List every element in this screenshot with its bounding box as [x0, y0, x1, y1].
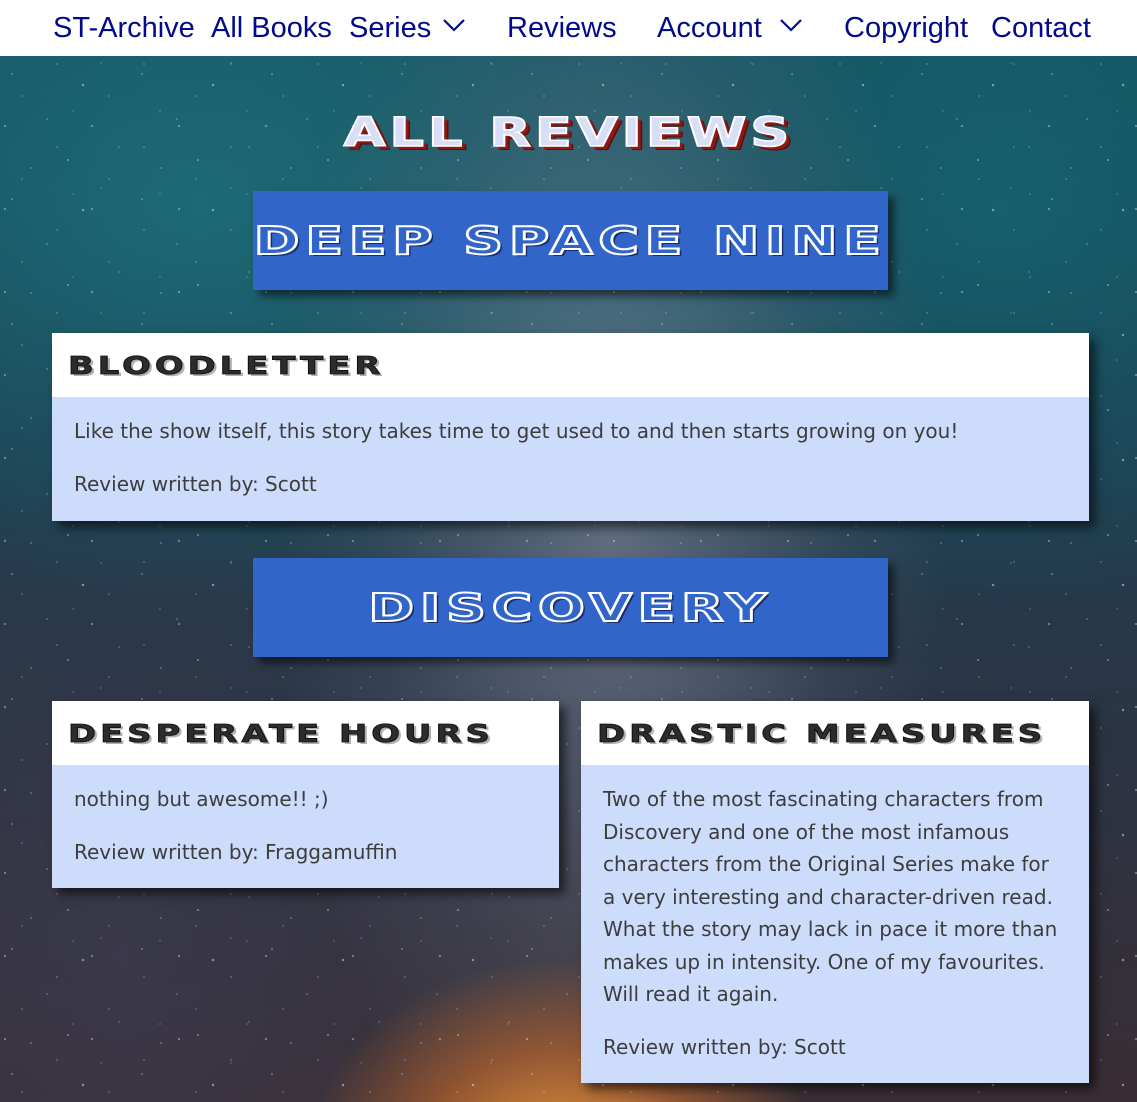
review-card-body: Like the show itself, this story takes t…: [52, 397, 1089, 516]
chevron-down-icon[interactable]: [443, 18, 465, 32]
nav-all-books[interactable]: All Books: [211, 11, 332, 45]
series-banner: DEEP SPACE NINE: [253, 191, 888, 290]
review-card-body: Two of the most fascinating characters f…: [581, 765, 1089, 1079]
review-text: Like the show itself, this story takes t…: [74, 419, 959, 443]
chevron-down-icon[interactable]: [780, 18, 802, 32]
review-author: Review written by: Fraggamuffin: [74, 839, 398, 864]
review-text: Two of the most fascinating characters f…: [603, 787, 1058, 1006]
review-text: nothing but awesome!! ;): [74, 787, 329, 811]
top-navbar: ST-Archive All Books Series Reviews Acco…: [0, 0, 1137, 56]
review-card: DRASTIC MEASURES Two of the most fascina…: [581, 701, 1089, 1083]
review-author: Review written by: Scott: [74, 471, 317, 496]
review-card-header: DESPERATE HOURS: [52, 701, 559, 765]
page-title: ALL REVIEWS: [343, 109, 794, 157]
review-card-header: DRASTIC MEASURES: [581, 701, 1089, 765]
review-card: BLOODLETTER Like the show itself, this s…: [52, 333, 1089, 521]
nav-copyright[interactable]: Copyright: [844, 11, 968, 45]
review-card-body: nothing but awesome!! ;) Review written …: [52, 765, 559, 884]
book-title: DRASTIC MEASURES: [596, 718, 1047, 748]
book-title: BLOODLETTER: [67, 350, 385, 380]
nav-account-dropdown[interactable]: Account: [657, 11, 762, 45]
series-banner: DISCOVERY: [253, 558, 888, 657]
series-title: DEEP SPACE NINE: [253, 218, 887, 264]
review-author: Review written by: Scott: [603, 1034, 846, 1059]
series-title: DISCOVERY: [367, 585, 773, 631]
nav-contact[interactable]: Contact: [991, 11, 1091, 45]
nav-reviews[interactable]: Reviews: [507, 11, 617, 45]
review-card-header: BLOODLETTER: [52, 333, 1089, 397]
review-card: DESPERATE HOURS nothing but awesome!! ;)…: [52, 701, 559, 888]
nav-series-dropdown[interactable]: Series: [349, 11, 431, 45]
brand-link[interactable]: ST-Archive: [53, 11, 195, 45]
book-title: DESPERATE HOURS: [67, 718, 494, 748]
